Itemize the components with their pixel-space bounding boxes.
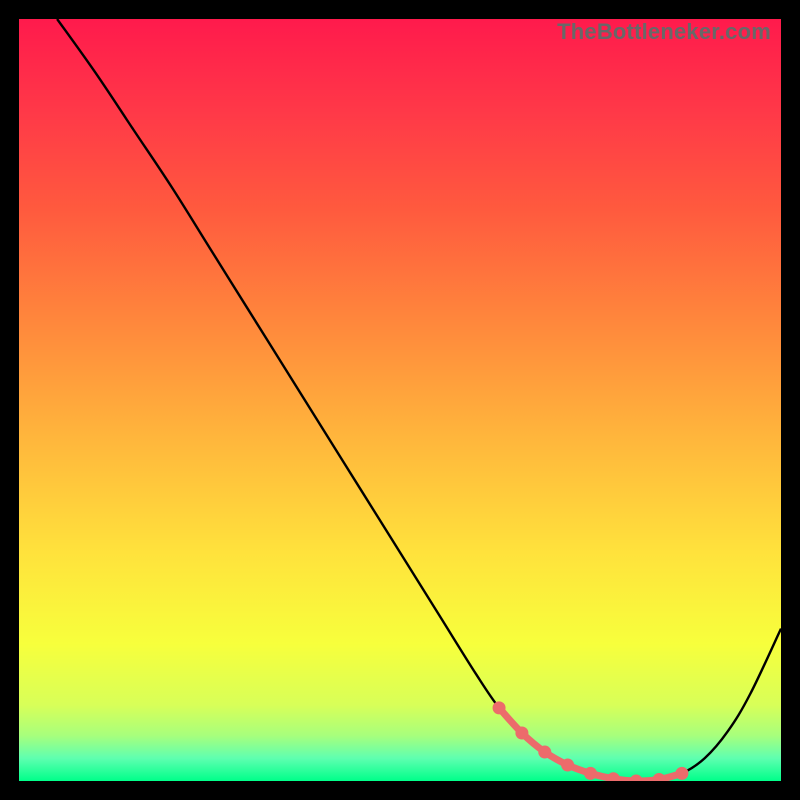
watermark-text: TheBottleneker.com xyxy=(557,19,771,45)
highlight-dot xyxy=(675,767,688,780)
curve-layer xyxy=(19,19,781,781)
highlight-dot xyxy=(538,746,551,759)
highlight-dot xyxy=(607,772,620,781)
highlight-segment-dots xyxy=(493,701,689,781)
bottleneck-curve xyxy=(57,19,781,781)
plot-area: TheBottleneker.com xyxy=(19,19,781,781)
highlight-dot xyxy=(561,758,574,771)
highlight-dot xyxy=(584,767,597,780)
plot-inner xyxy=(19,19,781,781)
chart-stage: { "watermark": "TheBottleneker.com", "co… xyxy=(0,0,800,800)
highlight-dot xyxy=(653,773,666,781)
highlight-dot xyxy=(515,726,528,739)
highlight-dot xyxy=(493,701,506,714)
highlight-dot xyxy=(630,775,643,782)
